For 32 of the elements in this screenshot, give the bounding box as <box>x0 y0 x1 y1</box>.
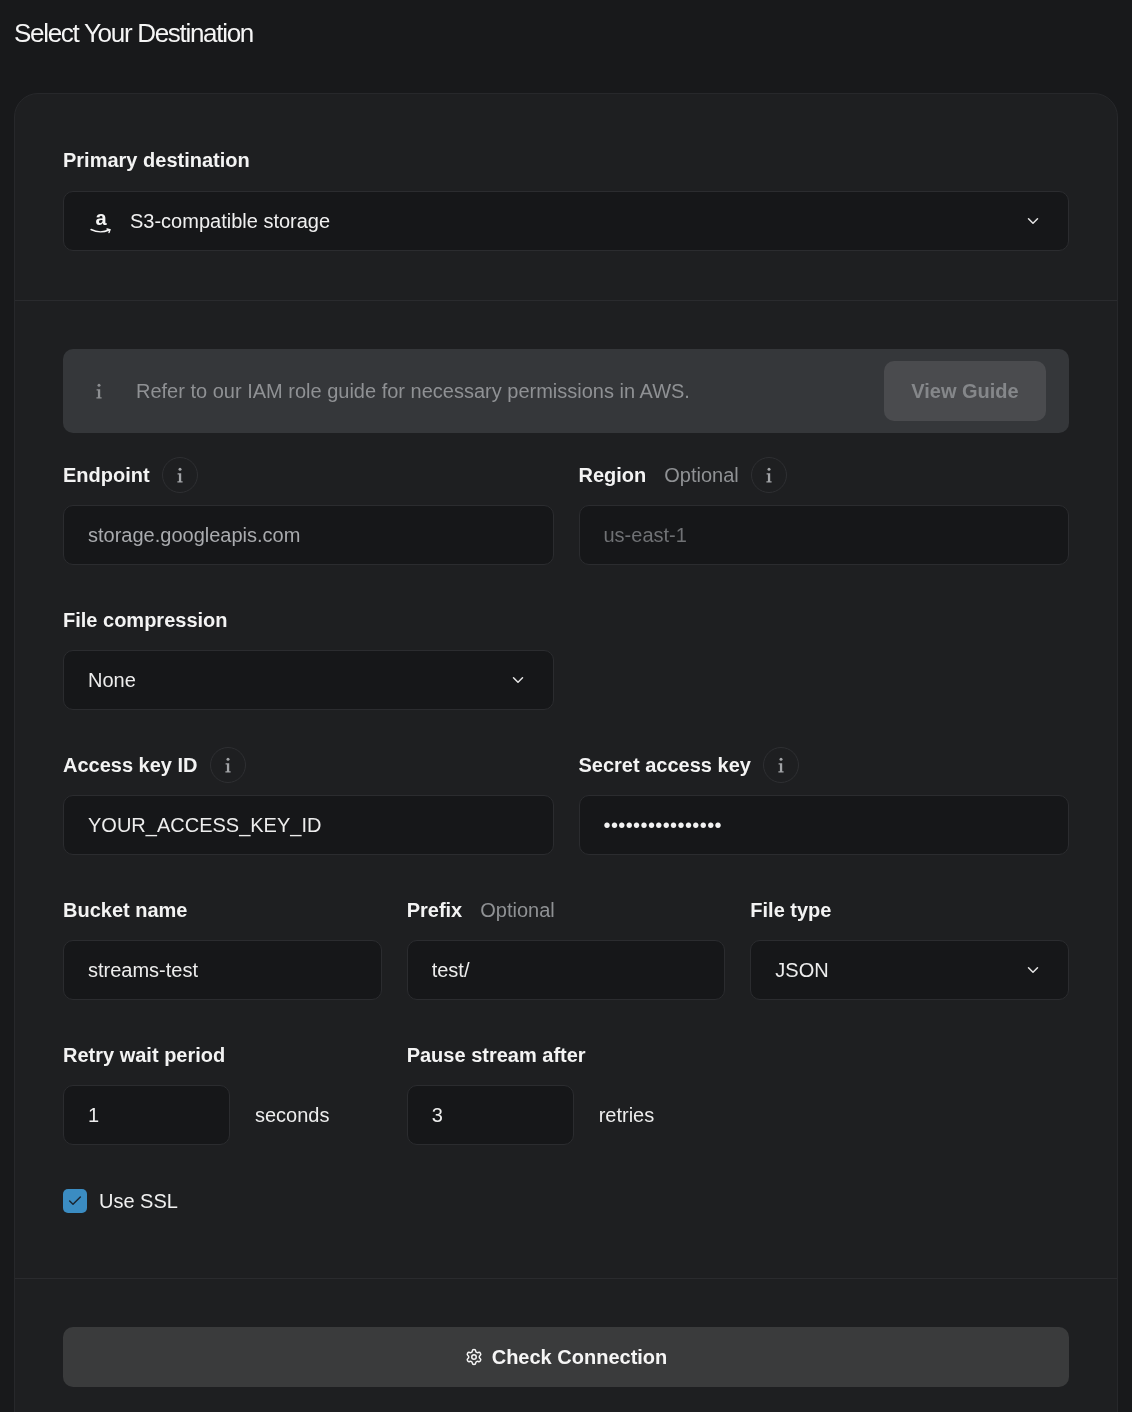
field-label: Bucket name <box>63 898 188 923</box>
number-field[interactable]: 1 <box>63 1085 230 1145</box>
optional-label: Optional <box>480 898 555 923</box>
field-label: Endpoint <box>63 463 150 488</box>
field-label: Access key ID <box>63 753 198 778</box>
dropdown[interactable]: JSON <box>750 940 1069 1000</box>
dropdown[interactable]: a S3-compatible storage <box>63 191 1069 251</box>
info-icon <box>94 383 104 399</box>
check-connection-button[interactable]: Check Connection <box>63 1327 1069 1387</box>
optional-label: Optional <box>664 463 739 488</box>
checkbox-label: Use SSL <box>99 1189 178 1214</box>
field-label: Primary destination <box>63 148 250 172</box>
settings-icon <box>464 1348 483 1366</box>
field-label: Retry wait period <box>63 1043 226 1068</box>
field-label: File compression <box>63 608 228 633</box>
number-field[interactable]: 3 <box>406 1085 574 1145</box>
field-label: Region <box>578 463 647 488</box>
text-field[interactable]: test/ <box>406 940 726 1000</box>
field-label: Secret access key <box>578 753 751 778</box>
field-label: Prefix <box>406 898 463 923</box>
dropdown[interactable]: None <box>63 650 554 710</box>
password-field[interactable]: •••••••••••••••• <box>578 795 1069 855</box>
field-label: Pause stream after <box>406 1043 586 1068</box>
field-label: File type <box>750 898 832 923</box>
unit-label: seconds <box>255 1103 330 1128</box>
text-field[interactable]: streams-test <box>63 940 382 1000</box>
text-field[interactable]: YOUR_ACCESS_KEY_ID <box>63 795 554 855</box>
notice-text: Refer to our IAM role guide for necessary permissions in AWS. <box>136 379 691 404</box>
checkbox[interactable] <box>63 1189 87 1213</box>
text-field[interactable]: storage.googleapis.com <box>63 505 554 565</box>
page-title: Select Your Destination <box>14 17 253 49</box>
unit-label: retries <box>598 1103 655 1128</box>
